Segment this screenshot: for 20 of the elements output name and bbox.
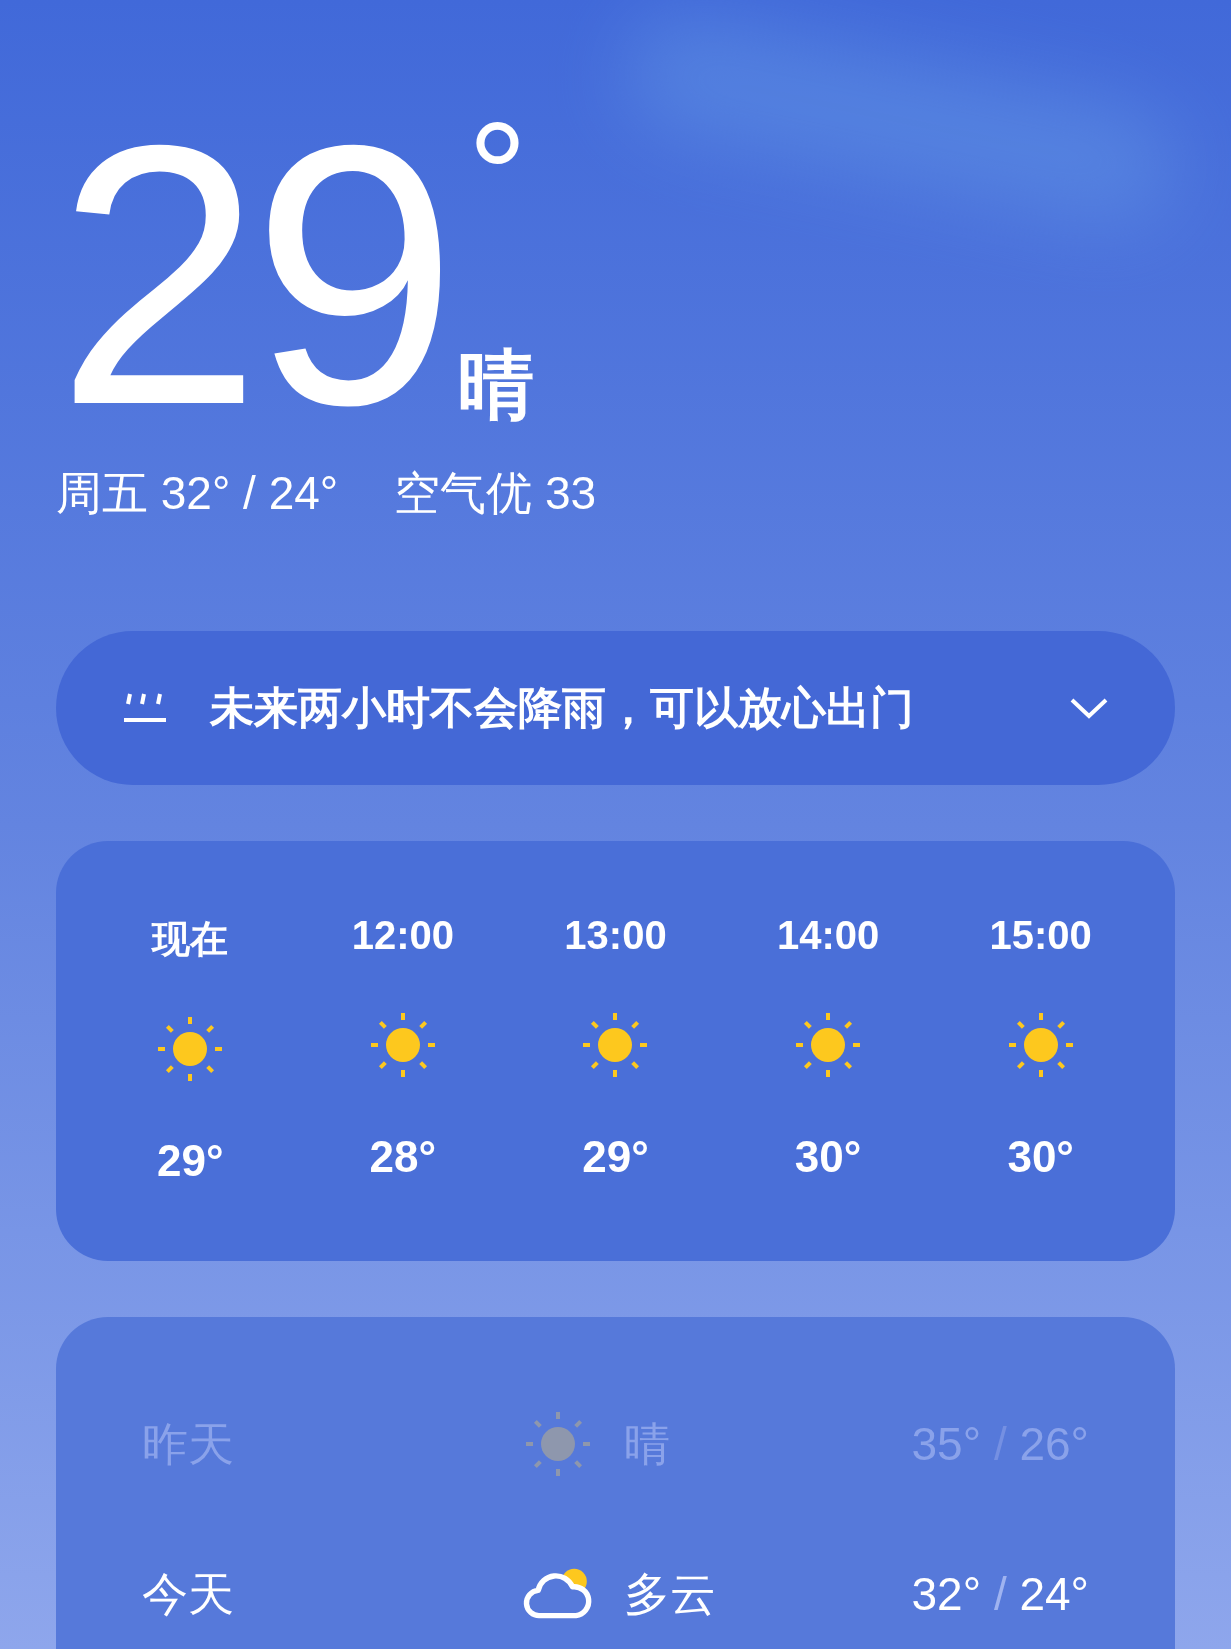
temperature: 29 [56,125,448,425]
day-label: 今天 [142,1567,235,1622]
hour-label: 14:00 [776,912,880,959]
day-temperature-range: 32° / 24° [911,1567,1089,1622]
hour-temperature: 28° [369,1131,437,1183]
hour-label: 13:00 [564,912,667,959]
hour-temperature: 29° [157,1135,224,1187]
hour-temperature: 30° [794,1131,862,1183]
day-temperature-range: 周五 32° / 24° [56,466,339,521]
rain-alert-bar[interactable]: 未来两小时不会降雨，可以放心出门 [56,631,1175,785]
hour-label: 12:00 [351,912,455,959]
day-condition: 多云 [624,1567,716,1622]
air-quality: 空气优 33 [394,466,597,521]
degree-sign: ° [467,115,529,235]
hour-label: 15:00 [989,912,1092,959]
condition: 晴 [457,345,534,425]
hour-temperature: 30° [1007,1131,1074,1183]
rain-alert-text: 未来两小时不会降雨，可以放心出门 [210,682,914,734]
hour-temperature: 29° [582,1131,649,1183]
hour-label: 现在 [152,917,229,962]
